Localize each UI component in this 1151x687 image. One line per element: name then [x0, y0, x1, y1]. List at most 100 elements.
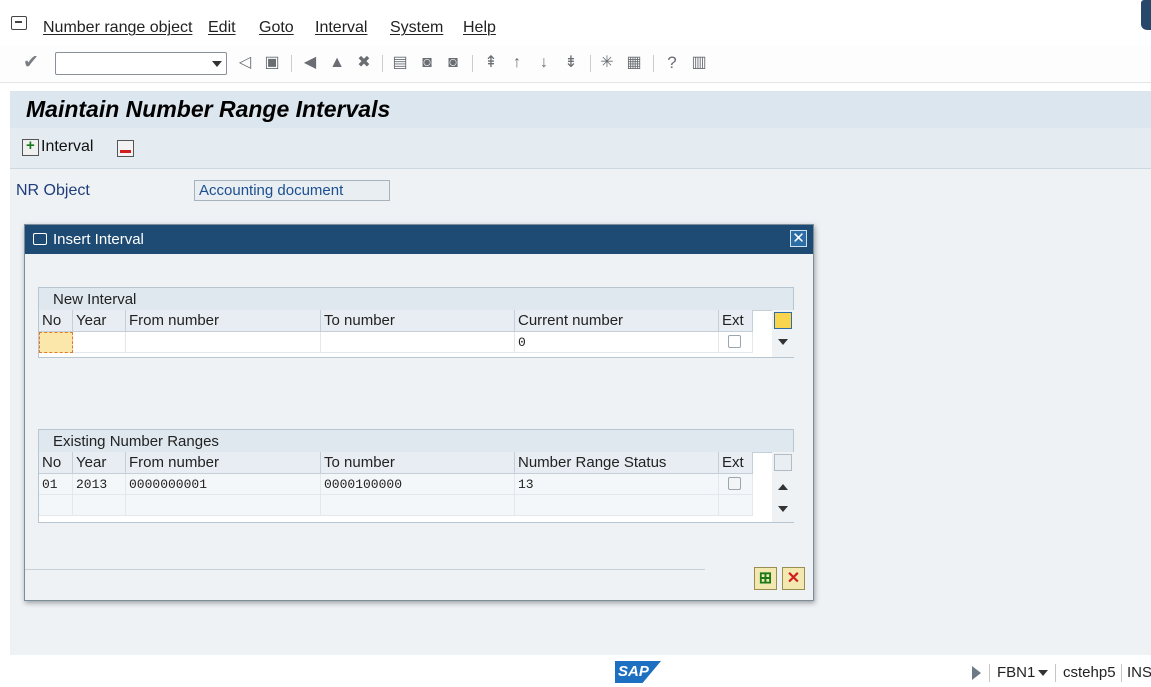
table-settings-icon[interactable] — [774, 312, 792, 329]
column-header-year[interactable]: Year — [73, 452, 126, 474]
status-divider — [1121, 664, 1122, 682]
column-header-no[interactable]: No — [39, 452, 73, 474]
input-mode: INS — [1127, 664, 1151, 681]
insert-interval-label: Interval — [41, 138, 94, 155]
column-header-ext[interactable]: Ext — [719, 310, 753, 332]
next-page-icon[interactable]: ↓ — [535, 54, 553, 72]
empty-row-cell — [321, 495, 515, 516]
toolbar-divider — [382, 55, 383, 72]
menu-system[interactable]: System — [390, 19, 443, 37]
nr-object-value: Accounting document — [194, 180, 390, 201]
previous-page-icon[interactable]: ↑ — [508, 54, 526, 72]
cancel-button[interactable]: ✕ — [782, 567, 805, 590]
menu-bar: Number range object Edit Goto Interval S… — [0, 0, 1151, 46]
last-page-icon[interactable]: ⇟ — [562, 54, 580, 72]
print-icon[interactable]: ▤ — [391, 54, 409, 72]
find-icon[interactable]: ◙ — [418, 54, 436, 72]
empty-row-cell — [39, 495, 73, 516]
exit-icon[interactable]: ▲ — [328, 54, 346, 72]
empty-row-cell — [515, 495, 719, 516]
new-current-number-input[interactable]: 0 — [515, 332, 719, 353]
scroll-down-icon[interactable] — [778, 506, 788, 512]
range-no-cell: 01 — [39, 474, 73, 495]
create-session-icon[interactable]: ✳ — [598, 54, 616, 72]
toolbar-divider — [472, 55, 473, 72]
toolbar-divider — [590, 55, 591, 72]
cancel-icon[interactable]: ✖ — [355, 54, 373, 72]
range-to-number-cell: 0000100000 — [321, 474, 515, 495]
shortcut-icon[interactable]: ▦ — [625, 54, 643, 72]
back-nav-icon[interactable]: ◀ — [301, 54, 319, 72]
column-header-from-number[interactable]: From number — [126, 452, 321, 474]
command-field[interactable] — [55, 52, 227, 75]
customize-layout-icon[interactable]: ▥ — [690, 54, 708, 72]
menu-edit[interactable]: Edit — [208, 19, 236, 37]
column-header-no[interactable]: No — [39, 310, 73, 332]
save-icon[interactable]: ▣ — [263, 54, 281, 72]
column-header-year[interactable]: Year — [73, 310, 126, 332]
insert-button[interactable]: ⊞ — [754, 567, 777, 590]
server-name: cstehp5 — [1063, 664, 1116, 681]
new-interval-header: New Interval — [39, 288, 793, 311]
column-header-number-range-status[interactable]: Number Range Status — [515, 452, 719, 474]
insert-interval-dialog: Insert Interval ✕ New Interval No Year F… — [24, 224, 814, 601]
find-next-icon[interactable]: ◙ — [444, 54, 462, 72]
new-no-input[interactable] — [39, 332, 73, 353]
delete-interval-button[interactable] — [117, 140, 134, 157]
close-icon[interactable]: ✕ — [790, 230, 807, 247]
new-year-input[interactable] — [73, 332, 126, 353]
scroll-up-icon[interactable] — [778, 484, 788, 490]
menu-interval[interactable]: Interval — [315, 19, 367, 37]
new-ext-cell — [719, 332, 753, 353]
column-header-ext[interactable]: Ext — [719, 452, 753, 474]
dialog-footer-divider — [25, 569, 705, 570]
column-header-to-number[interactable]: To number — [321, 452, 515, 474]
dialog-window-icon — [33, 233, 47, 245]
column-header-current-number[interactable]: Current number — [515, 310, 719, 332]
range-ext-checkbox[interactable] — [728, 477, 741, 490]
status-divider — [1055, 664, 1056, 682]
table-settings-icon[interactable] — [774, 454, 792, 471]
new-interval-title: New Interval — [53, 291, 137, 308]
menu-icon[interactable] — [11, 16, 27, 30]
back-icon[interactable]: ◁ — [236, 54, 254, 72]
new-to-number-input[interactable] — [321, 332, 515, 353]
enter-icon[interactable]: ✔ — [22, 53, 40, 72]
column-header-to-number[interactable]: To number — [321, 310, 515, 332]
status-divider — [989, 664, 990, 682]
help-icon[interactable]: ? — [663, 54, 681, 72]
dialog-title: Insert Interval — [53, 231, 144, 248]
toolbar-divider — [291, 55, 292, 72]
new-ext-checkbox[interactable] — [728, 335, 741, 348]
range-status-cell: 13 — [515, 474, 719, 495]
page-title: Maintain Number Range Intervals — [26, 96, 391, 122]
command-input[interactable] — [56, 53, 214, 73]
range-from-number-cell: 0000000001 — [126, 474, 321, 495]
insert-row-icon — [22, 137, 39, 156]
menu-number-range-object[interactable]: Number range object — [43, 19, 192, 37]
new-from-number-input[interactable] — [126, 332, 321, 353]
new-interval-table: New Interval No Year From number To numb… — [38, 287, 794, 358]
scroll-down-icon[interactable] — [778, 339, 788, 345]
dialog-header: Insert Interval ✕ — [25, 225, 813, 254]
range-ext-cell — [719, 474, 753, 495]
system-toolbar: ✔ ◁ ▣ ◀ ▲ ✖ ▤ ◙ ◙ ⇞ ↑ ↓ ⇟ ✳ ▦ ? ▥ — [0, 46, 1151, 83]
application-toolbar — [10, 128, 1151, 169]
insert-interval-button[interactable]: Interval — [22, 137, 94, 156]
transaction-code: FBN1 — [997, 664, 1036, 681]
existing-ranges-header: Existing Number Ranges — [39, 430, 793, 453]
chevron-down-icon[interactable] — [1038, 670, 1048, 676]
toolbar-divider — [653, 55, 654, 72]
existing-ranges-table: Existing Number Ranges No Year From numb… — [38, 429, 794, 523]
menu-help[interactable]: Help — [463, 19, 496, 37]
menu-goto[interactable]: Goto — [259, 19, 294, 37]
table-scrollbar[interactable] — [772, 452, 794, 522]
status-expand-icon[interactable] — [972, 666, 981, 680]
empty-row-cell — [73, 495, 126, 516]
column-header-from-number[interactable]: From number — [126, 310, 321, 332]
first-page-icon[interactable]: ⇞ — [482, 54, 500, 72]
table-scrollbar[interactable] — [772, 310, 794, 357]
empty-row-cell — [126, 495, 321, 516]
chevron-down-icon[interactable] — [212, 61, 222, 67]
existing-ranges-title: Existing Number Ranges — [53, 433, 219, 450]
